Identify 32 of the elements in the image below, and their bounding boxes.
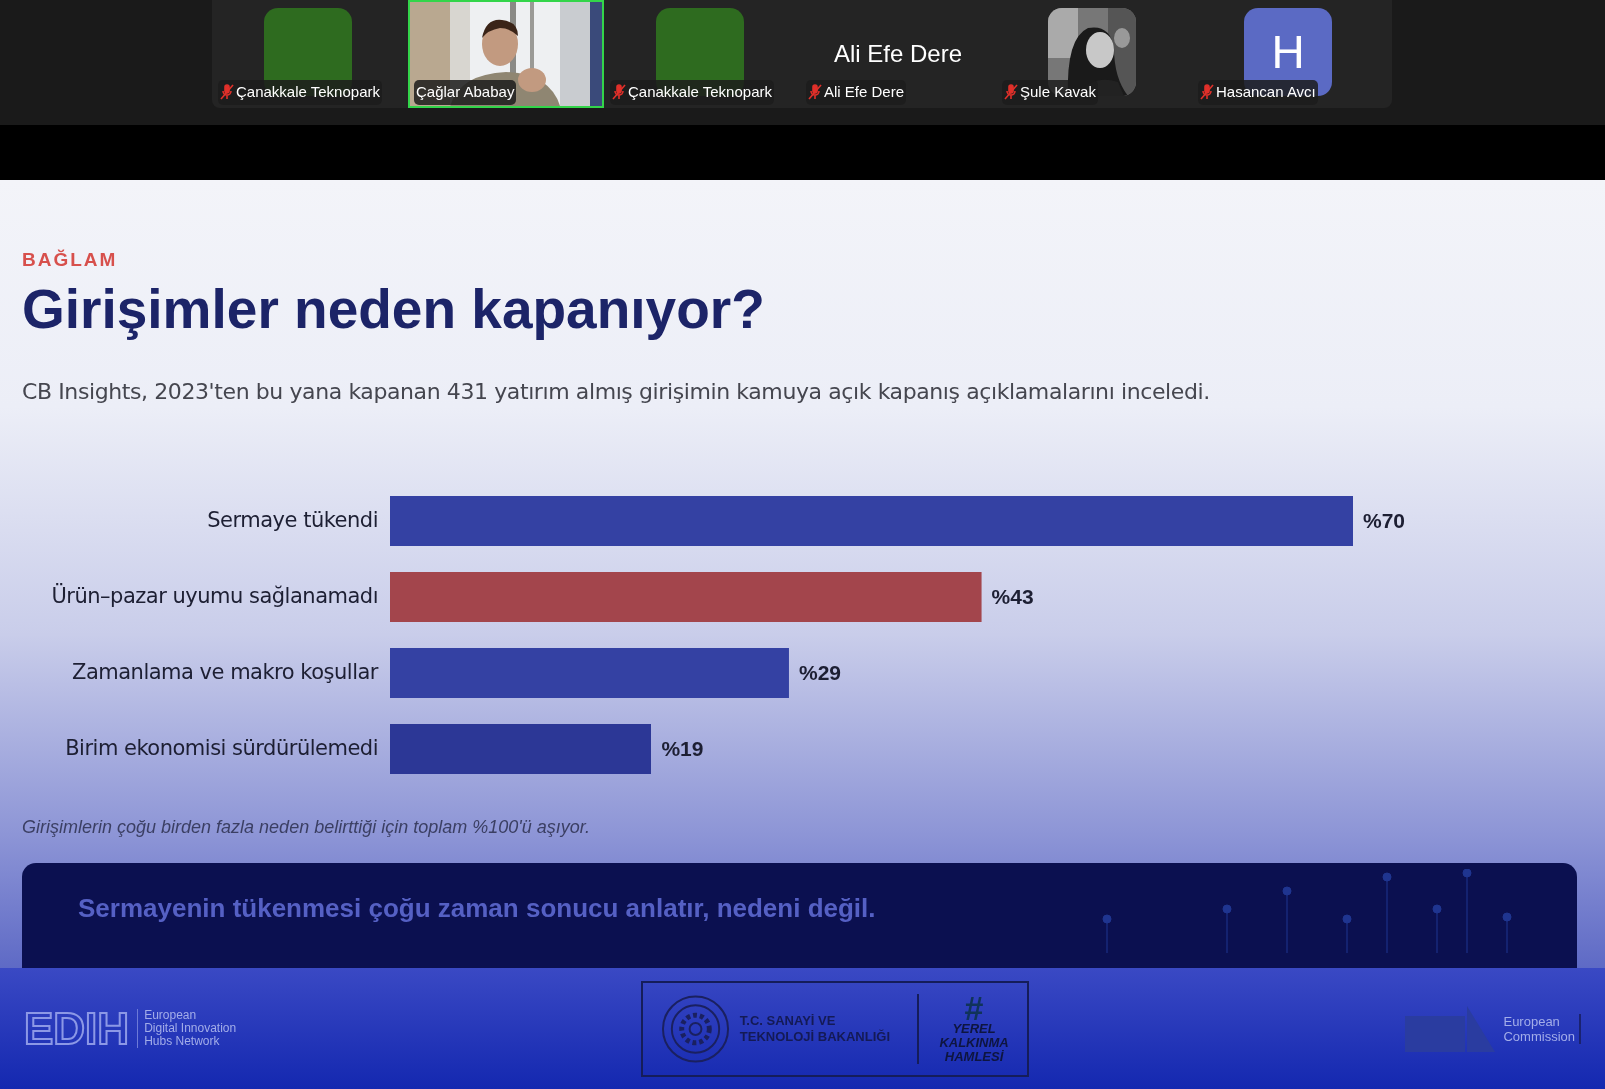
participant-name: Çanakkale Teknopark [628,82,772,102]
slide-subtitle: CB Insights, 2023'ten bu yana kapanan 431 yatırım almış girişimin kamuya açık kapanış açıklamalarını inceledi. [22,377,1211,406]
participant-name: Şule Kavak [1020,82,1096,102]
value-label: %70 [1363,507,1406,534]
participant-name: Çağlar Ababay [416,82,515,102]
eu-caption: European Commission [1503,1013,1581,1044]
footnote: Girişimlerin çoğu birden fazla neden belirttiği için toplam %100'ü aşıyor. [22,815,592,839]
participant-tile[interactable]: Şule Kavak [996,0,1192,108]
bar-label: Ürün–pazar uyumu sağlanamadı [50,582,379,610]
participant-name: Ali Efe Dere [824,82,905,102]
ministry-name: T.C. SANAYİ VE TEKNOLOJİ BAKANLIĞI [739,1012,891,1045]
callout-text: Sermayenin tükenmesi çoğu zaman sonucu anlatır, nedeni değil. [78,891,876,925]
edih-logo: EDIH [24,1006,130,1051]
value-label: %43 [991,583,1034,610]
eu-building-icon [1405,1005,1496,1052]
bar-label: Sermaye tükendi [206,506,379,534]
edih-caption: European Digital Innovation Hubs Network [137,1009,237,1048]
bar-label: Birim ekonomisi sürdürülemedi [64,734,379,762]
participant-tile[interactable]: H Hasancan Avcı [1192,0,1388,108]
participant-tile[interactable]: Çanakkale Teknopark [212,0,408,108]
display-name: Ali Efe Dere [832,39,964,69]
campaign-name: YEREL KALKINMA HAMLESİ [939,1021,1009,1064]
emblem-icon [660,993,730,1064]
value-label: %19 [661,735,704,762]
participant-tile[interactable]: Çanakkale Teknopark [604,0,800,108]
bar-label: Zamanlama ve makro koşullar [71,658,380,686]
participant-tile[interactable]: Çağlar Ababay [408,0,604,108]
section-label: BAĞLAM [22,248,119,272]
participant-tile[interactable]: Ali Efe Dere Ali Efe Dere [800,0,996,108]
participant-name: Çanakkale Teknopark [236,82,380,102]
value-label: %29 [798,659,841,686]
hashtag-mark: # [964,993,984,1022]
